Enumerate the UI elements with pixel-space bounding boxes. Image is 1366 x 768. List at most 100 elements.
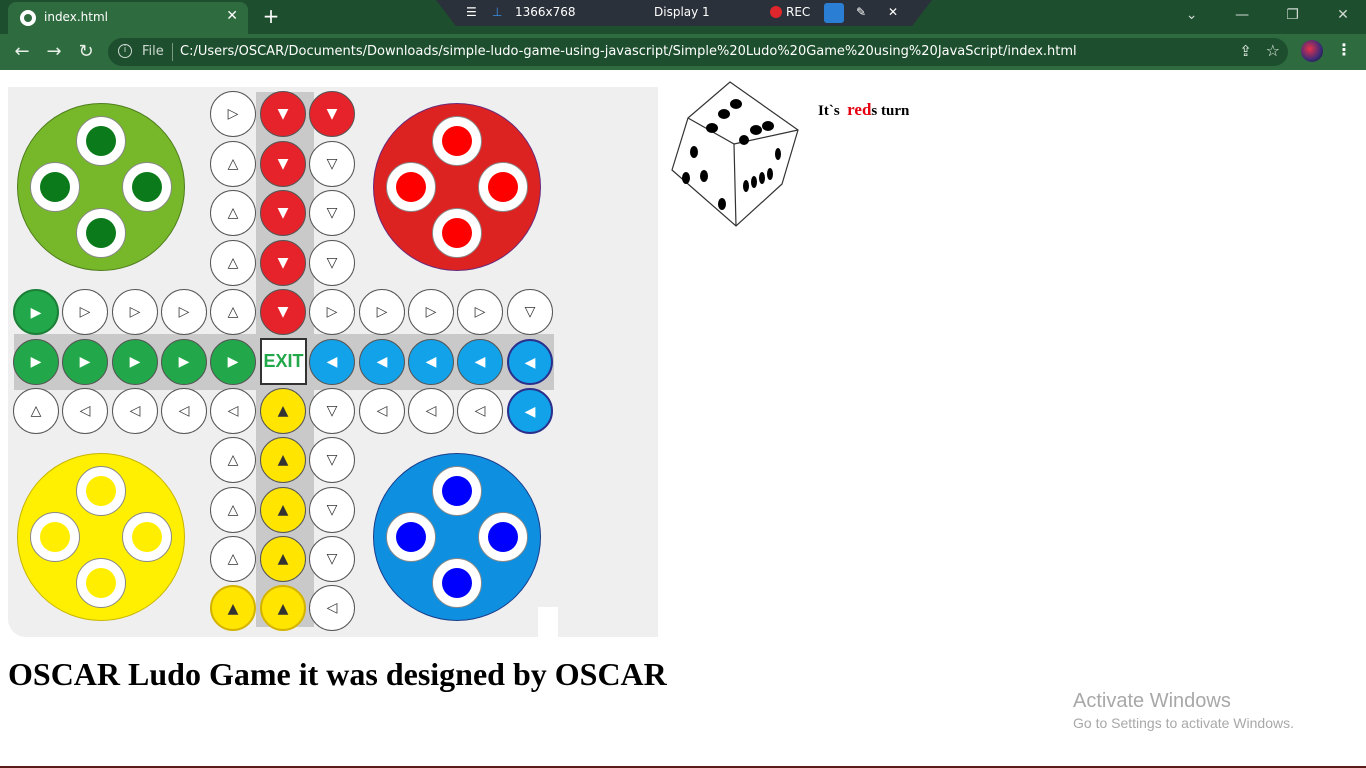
board-cell[interactable]: ▲ <box>260 487 306 533</box>
board-cell[interactable]: ▷ <box>112 289 158 335</box>
board-cell[interactable]: ▽ <box>507 289 553 335</box>
board-cell[interactable]: ▽ <box>309 536 355 582</box>
board-cell[interactable]: ◀ <box>309 339 355 385</box>
board-cell[interactable]: ▼ <box>260 240 306 286</box>
board-cell[interactable]: ▲ <box>210 585 256 631</box>
board-cell[interactable]: △ <box>210 190 256 236</box>
board-cell[interactable]: △ <box>210 437 256 483</box>
board-cell[interactable]: ▼ <box>260 289 306 335</box>
red-token[interactable] <box>432 116 482 166</box>
new-tab-button[interactable]: + <box>260 4 282 28</box>
board-cell[interactable]: ▷ <box>457 289 503 335</box>
globe-icon <box>20 10 36 26</box>
dice-icon[interactable] <box>668 80 802 228</box>
board-cell[interactable]: ▽ <box>309 240 355 286</box>
board-cell[interactable]: ▲ <box>260 388 306 434</box>
tab-close-button[interactable]: ✕ <box>226 8 238 24</box>
yellow-token[interactable] <box>30 512 80 562</box>
board-cell[interactable]: △ <box>210 487 256 533</box>
board-cell[interactable]: ◁ <box>112 388 158 434</box>
board-cell[interactable]: ▷ <box>210 91 256 137</box>
board-cell[interactable]: ◁ <box>62 388 108 434</box>
board-cell[interactable]: ◁ <box>359 388 405 434</box>
blue-token[interactable] <box>432 558 482 608</box>
green-token[interactable] <box>30 162 80 212</box>
board-cell[interactable]: ◁ <box>161 388 207 434</box>
board-cell[interactable]: ▽ <box>309 437 355 483</box>
board-cell[interactable]: ▲ <box>260 437 306 483</box>
board-cell[interactable]: ▽ <box>309 487 355 533</box>
chevron-down-icon[interactable]: ⌄ <box>1169 0 1215 30</box>
address-bar[interactable]: i File C:/Users/OSCAR/Documents/Download… <box>108 38 1288 66</box>
board-cell[interactable]: ▶ <box>112 339 158 385</box>
board-cell[interactable]: △ <box>210 141 256 187</box>
board-cell[interactable]: ◁ <box>408 388 454 434</box>
board-cell[interactable]: ◁ <box>457 388 503 434</box>
board-cell[interactable]: ▼ <box>260 141 306 187</box>
board-cell[interactable]: ▶ <box>13 339 59 385</box>
board-cell[interactable]: ▼ <box>260 190 306 236</box>
board-cell[interactable]: ▶ <box>62 339 108 385</box>
blue-token[interactable] <box>478 512 528 562</box>
share-icon[interactable]: ⇪ <box>1239 42 1252 60</box>
blue-token[interactable] <box>432 466 482 516</box>
board-cell[interactable]: ◀ <box>507 388 553 434</box>
exit-cell[interactable]: EXIT <box>260 338 307 385</box>
restore-button[interactable]: ❐ <box>1270 0 1316 30</box>
bookmark-star-icon[interactable]: ☆ <box>1266 41 1280 60</box>
board-cell[interactable]: ◀ <box>359 339 405 385</box>
board-cell[interactable]: ▶ <box>13 289 59 335</box>
red-token[interactable] <box>478 162 528 212</box>
watermark-title: Activate Windows <box>1073 690 1231 712</box>
board-cell[interactable]: ▼ <box>260 91 306 137</box>
display-label[interactable]: Display 1 <box>654 5 710 19</box>
board-cell[interactable]: △ <box>210 536 256 582</box>
board-cell[interactable]: ▼ <box>309 91 355 137</box>
yellow-token[interactable] <box>122 512 172 562</box>
red-token[interactable] <box>386 162 436 212</box>
url-text[interactable]: C:/Users/OSCAR/Documents/Downloads/simpl… <box>180 44 1077 59</box>
board-cell[interactable]: ▽ <box>309 190 355 236</box>
close-icon[interactable]: ✕ <box>888 5 898 19</box>
board-cell[interactable]: ▷ <box>359 289 405 335</box>
board-cell[interactable]: ▷ <box>62 289 108 335</box>
green-token[interactable] <box>76 116 126 166</box>
green-token[interactable] <box>122 162 172 212</box>
board-cell[interactable]: ▽ <box>309 388 355 434</box>
browser-menu-button[interactable]: ⋮ <box>1336 40 1352 59</box>
board-cell[interactable]: ▽ <box>309 141 355 187</box>
board-cell[interactable]: ▷ <box>309 289 355 335</box>
board-cell[interactable]: ◁ <box>210 388 256 434</box>
board-cell[interactable]: ▲ <box>260 585 306 631</box>
hamburger-icon[interactable]: ☰ <box>466 5 477 19</box>
pin-icon[interactable]: ⊥ <box>492 5 502 19</box>
info-icon[interactable]: i <box>118 44 132 58</box>
rec-button[interactable]: REC <box>770 5 810 19</box>
yellow-token[interactable] <box>76 558 126 608</box>
profile-avatar[interactable] <box>1301 40 1323 62</box>
green-token[interactable] <box>76 208 126 258</box>
forward-button[interactable]: → <box>42 41 66 62</box>
board-cell[interactable]: △ <box>210 289 256 335</box>
board-cell[interactable]: ▶ <box>161 339 207 385</box>
board-cell[interactable]: ▶ <box>210 339 256 385</box>
board-cell[interactable]: ◀ <box>457 339 503 385</box>
board-cell[interactable]: ▷ <box>161 289 207 335</box>
yellow-token[interactable] <box>76 466 126 516</box>
board-cell[interactable]: ▲ <box>260 536 306 582</box>
window-close-button[interactable]: ✕ <box>1320 0 1366 30</box>
board-cell[interactable]: ◀ <box>507 339 553 385</box>
minimize-button[interactable]: — <box>1219 0 1265 30</box>
pen-icon[interactable]: ✎ <box>856 5 866 19</box>
blue-token[interactable] <box>386 512 436 562</box>
board-cell[interactable]: △ <box>13 388 59 434</box>
browser-tab[interactable]: index.html ✕ <box>8 2 248 34</box>
board-cell[interactable]: ◁ <box>309 585 355 631</box>
board-cell[interactable]: ◀ <box>408 339 454 385</box>
red-token[interactable] <box>432 208 482 258</box>
reload-button[interactable]: ↻ <box>74 41 98 62</box>
back-button[interactable]: ← <box>10 41 34 62</box>
camera-icon[interactable] <box>824 3 844 23</box>
board-cell[interactable]: △ <box>210 240 256 286</box>
board-cell[interactable]: ▷ <box>408 289 454 335</box>
